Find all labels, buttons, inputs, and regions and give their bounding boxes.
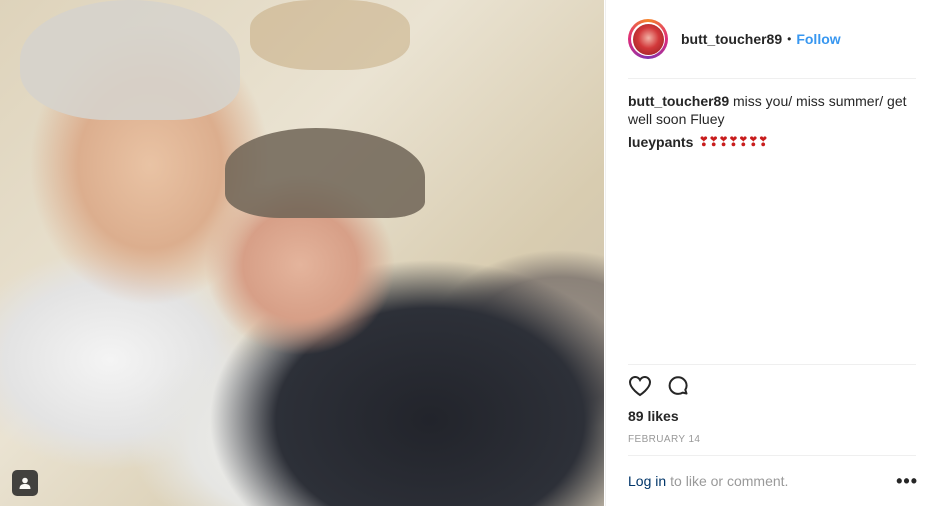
header-divider	[628, 78, 916, 79]
photo-hair-left	[20, 0, 240, 120]
caption-username-link[interactable]: butt_toucher89	[628, 93, 729, 109]
user-tag-icon	[19, 477, 31, 489]
heart-outline-icon[interactable]	[628, 374, 652, 398]
post-header: butt_toucher89 • Follow	[628, 16, 916, 62]
post-photo[interactable]	[0, 0, 604, 506]
actions-divider	[628, 364, 916, 365]
comment: lueypants ❣❣❣❣❣❣❣	[628, 133, 769, 151]
likes-count[interactable]: 89 likes	[628, 408, 679, 424]
caption: butt_toucher89 miss you/ miss summer/ ge…	[628, 92, 918, 128]
photo-hair-right	[225, 128, 425, 218]
tagged-users-button[interactable]	[12, 470, 38, 496]
comment-username-link[interactable]: lueypants	[628, 133, 693, 151]
avatar-image	[632, 23, 664, 55]
follow-button[interactable]: Follow	[796, 31, 840, 47]
footer-divider	[628, 455, 916, 456]
pillow-leopard-print	[250, 0, 410, 70]
more-options-button[interactable]: •••	[896, 472, 918, 490]
header-separator: •	[787, 32, 792, 46]
comment-text: ❣❣❣❣❣❣❣	[698, 134, 768, 149]
login-prompt: Log in to like or comment. •••	[628, 472, 918, 490]
comment-bubble-icon[interactable]	[666, 374, 690, 398]
action-bar	[628, 374, 690, 398]
username-link[interactable]: butt_toucher89	[681, 31, 782, 47]
login-link[interactable]: Log in	[628, 473, 666, 489]
avatar[interactable]	[628, 19, 668, 59]
post-side-panel: butt_toucher89 • Follow butt_toucher89 m…	[605, 0, 937, 506]
login-prompt-text: to like or comment.	[670, 473, 789, 489]
post-date[interactable]: FEBRUARY 14	[628, 434, 700, 445]
